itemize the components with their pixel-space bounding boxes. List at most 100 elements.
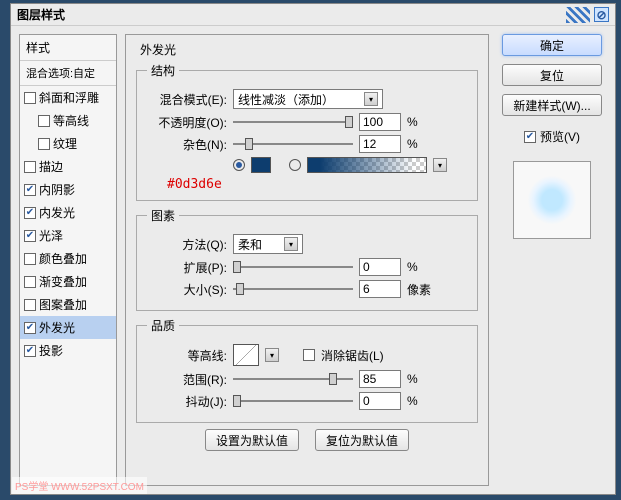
decoration-icon: [566, 7, 590, 23]
range-unit: %: [407, 372, 418, 386]
structure-group: 结构 混合模式(E): 线性减淡（添加） ▾ 不透明度(O): % 杂色(N):: [136, 62, 478, 201]
preview-thumbnail: [513, 161, 591, 239]
range-slider[interactable]: [233, 372, 353, 386]
technique-label: 方法(Q):: [147, 236, 227, 253]
style-checkbox[interactable]: [38, 115, 50, 127]
size-label: 大小(S):: [147, 281, 227, 298]
contour-label: 等高线:: [147, 347, 227, 364]
structure-legend: 结构: [147, 62, 179, 79]
ok-button[interactable]: 确定: [502, 34, 602, 56]
chevron-down-icon: ▾: [284, 237, 298, 251]
titlebar: 图层样式 ⊘: [11, 4, 615, 26]
opacity-unit: %: [407, 115, 418, 129]
elements-legend: 图素: [147, 207, 179, 224]
style-item-label: 图案叠加: [39, 296, 87, 313]
style-checkbox[interactable]: [24, 92, 36, 104]
jitter-input[interactable]: [359, 392, 401, 410]
antialiased-label: 消除锯齿(L): [321, 347, 384, 364]
style-item-0[interactable]: 斜面和浮雕: [20, 86, 116, 109]
styles-list-panel: 样式 混合选项:自定 斜面和浮雕等高线纹理描边内阴影内发光光泽颜色叠加渐变叠加图…: [19, 34, 117, 486]
quality-legend: 品质: [147, 317, 179, 334]
size-unit: 像素: [407, 281, 431, 298]
technique-select[interactable]: 柔和 ▾: [233, 234, 303, 254]
blend-mode-select[interactable]: 线性减淡（添加） ▾: [233, 89, 383, 109]
style-item-label: 斜面和浮雕: [39, 89, 99, 106]
noise-slider[interactable]: [233, 137, 353, 151]
opacity-input[interactable]: [359, 113, 401, 131]
style-item-1[interactable]: 等高线: [20, 109, 116, 132]
style-item-8[interactable]: 渐变叠加: [20, 270, 116, 293]
chevron-down-icon: ▾: [364, 92, 378, 106]
contour-dropdown-icon[interactable]: ▾: [265, 348, 279, 362]
style-checkbox[interactable]: [24, 230, 36, 242]
spread-slider[interactable]: [233, 260, 353, 274]
size-input[interactable]: [359, 280, 401, 298]
style-checkbox[interactable]: [24, 345, 36, 357]
style-item-5[interactable]: 内发光: [20, 201, 116, 224]
quality-group: 品质 等高线: ▾ 消除锯齿(L) 范围(R): % 抖动(J):: [136, 317, 478, 423]
style-item-label: 等高线: [53, 112, 89, 129]
size-slider[interactable]: [233, 282, 353, 296]
spread-unit: %: [407, 260, 418, 274]
style-item-label: 内发光: [39, 204, 75, 221]
style-checkbox[interactable]: [24, 322, 36, 334]
gradient-radio[interactable]: [289, 159, 301, 171]
gradient-preview[interactable]: [307, 157, 427, 173]
preview-label: 预览(V): [540, 128, 580, 145]
style-item-label: 外发光: [39, 319, 75, 336]
gradient-dropdown-icon[interactable]: ▾: [433, 158, 447, 172]
style-checkbox[interactable]: [24, 276, 36, 288]
opacity-slider[interactable]: [233, 115, 353, 129]
dialog-title: 图层样式: [17, 6, 65, 23]
close-icon[interactable]: ⊘: [594, 7, 609, 22]
styles-header[interactable]: 样式: [20, 35, 116, 61]
color-hex-annotation: #0d3d6e: [167, 177, 467, 192]
style-item-label: 描边: [39, 158, 63, 175]
style-item-label: 光泽: [39, 227, 63, 244]
jitter-label: 抖动(J):: [147, 393, 227, 410]
noise-label: 杂色(N):: [147, 136, 227, 153]
style-checkbox[interactable]: [24, 253, 36, 265]
preview-checkbox[interactable]: [524, 131, 536, 143]
blending-options[interactable]: 混合选项:自定: [20, 61, 116, 86]
style-item-label: 渐变叠加: [39, 273, 87, 290]
elements-group: 图素 方法(Q): 柔和 ▾ 扩展(P): % 大小(S):: [136, 207, 478, 311]
preview-glow-icon: [528, 176, 576, 224]
jitter-slider[interactable]: [233, 394, 353, 408]
layer-style-dialog: 图层样式 ⊘ 样式 混合选项:自定 斜面和浮雕等高线纹理描边内阴影内发光光泽颜色…: [10, 3, 616, 495]
style-item-2[interactable]: 纹理: [20, 132, 116, 155]
panel-title: 外发光: [140, 41, 478, 58]
new-style-button[interactable]: 新建样式(W)...: [502, 94, 602, 116]
style-item-6[interactable]: 光泽: [20, 224, 116, 247]
style-item-label: 内阴影: [39, 181, 75, 198]
antialiased-checkbox[interactable]: [303, 349, 315, 361]
style-item-3[interactable]: 描边: [20, 155, 116, 178]
opacity-label: 不透明度(O):: [147, 114, 227, 131]
style-item-4[interactable]: 内阴影: [20, 178, 116, 201]
reset-default-button[interactable]: 复位为默认值: [315, 429, 409, 451]
style-item-11[interactable]: 投影: [20, 339, 116, 362]
make-default-button[interactable]: 设置为默认值: [205, 429, 299, 451]
style-item-10[interactable]: 外发光: [20, 316, 116, 339]
style-checkbox[interactable]: [24, 207, 36, 219]
jitter-unit: %: [407, 394, 418, 408]
noise-unit: %: [407, 137, 418, 151]
style-checkbox[interactable]: [24, 161, 36, 173]
style-item-7[interactable]: 颜色叠加: [20, 247, 116, 270]
spread-input[interactable]: [359, 258, 401, 276]
color-radio[interactable]: [233, 159, 245, 171]
blend-mode-label: 混合模式(E):: [147, 91, 227, 108]
style-checkbox[interactable]: [24, 184, 36, 196]
style-checkbox[interactable]: [38, 138, 50, 150]
spread-label: 扩展(P):: [147, 259, 227, 276]
range-label: 范围(R):: [147, 371, 227, 388]
style-item-label: 颜色叠加: [39, 250, 87, 267]
cancel-button[interactable]: 复位: [502, 64, 602, 86]
range-input[interactable]: [359, 370, 401, 388]
noise-input[interactable]: [359, 135, 401, 153]
style-item-9[interactable]: 图案叠加: [20, 293, 116, 316]
color-swatch[interactable]: [251, 157, 271, 173]
watermark: PS学堂 WWW.52PSXT.COM: [12, 477, 147, 494]
contour-picker[interactable]: [233, 344, 259, 366]
style-checkbox[interactable]: [24, 299, 36, 311]
